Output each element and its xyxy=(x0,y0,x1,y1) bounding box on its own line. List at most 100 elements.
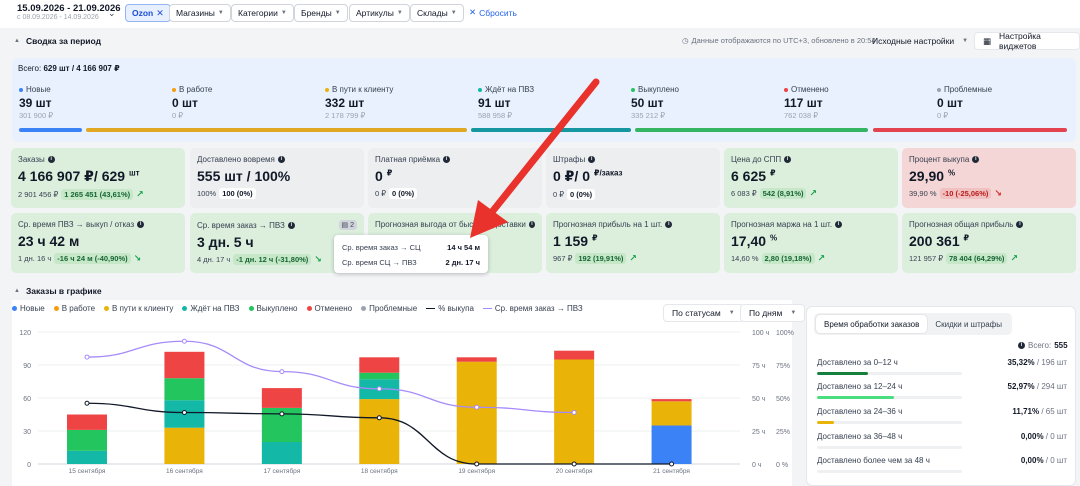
card-title: Штрафы i xyxy=(553,155,713,164)
card-value: 3 дн. 5 ч xyxy=(197,234,357,250)
status-item[interactable]: Выкуплено 50 шт 335 212 ₽ xyxy=(631,85,679,120)
legend-dot-swatch xyxy=(182,306,188,311)
tab-processing-time[interactable]: Время обработки заказов xyxy=(816,315,928,333)
row-pct: 0,00% xyxy=(1020,456,1044,465)
card-value-text: 1 159 xyxy=(553,233,589,249)
legend-dot-swatch xyxy=(306,306,312,311)
y-tick-label: 0 xyxy=(27,462,31,469)
y-right-hours-tick: 50 ч xyxy=(752,396,766,403)
kpi-card[interactable]: Прогнозная маржа на 1 шт. i 17,40 % 14,60 %… xyxy=(724,213,898,273)
kpi-card[interactable]: Ср. время ПВЗ → выкуп / отказ i 23 ч 42 м … xyxy=(11,213,185,273)
info-icon[interactable]: i xyxy=(528,221,535,228)
comment-badge[interactable]: ▤ 2 xyxy=(338,220,357,230)
card-title: Цена до СПП i xyxy=(731,155,891,164)
filter-chip-categories[interactable]: Категории ▼ xyxy=(231,4,294,22)
info-icon[interactable]: i xyxy=(443,156,451,163)
chevron-down-icon: ▼ xyxy=(334,10,341,16)
total-value: 555 xyxy=(1054,341,1068,350)
reset-filters-button[interactable]: ✕ Сбросить xyxy=(469,7,517,18)
info-icon[interactable]: i xyxy=(1016,221,1024,228)
kpi-card[interactable]: Доставлено вовремя i 555 шт / 100% 100% 100… xyxy=(190,148,364,208)
kpi-card[interactable]: Прогнозная общая прибыль i 200 361 ₽121 95… xyxy=(902,213,1076,273)
legend-item[interactable]: Ждёт на ПВЗ xyxy=(182,304,240,313)
info-icon[interactable]: i xyxy=(972,156,980,163)
card-delta: 78 404 (64,29%) xyxy=(945,253,1008,264)
filter-chip-warehouses[interactable]: Склады ▼ xyxy=(410,4,464,22)
info-icon[interactable]: i xyxy=(665,221,673,228)
kpi-card[interactable]: Штрафы i 0 ₽/ 0 ₽/заказ 0 ₽0 (0%) xyxy=(546,148,720,208)
filter-chip-marketplace[interactable]: Ozon ✕ xyxy=(125,4,171,22)
info-icon[interactable]: i xyxy=(137,221,145,228)
card-value-text: 29,90 xyxy=(909,168,945,184)
grid-icon: ▦ xyxy=(983,35,992,46)
status-dot xyxy=(478,87,482,92)
kpi-card[interactable]: Платная приёмка i 0 ₽0 ₽0 (0%) xyxy=(368,148,542,208)
summary-section-toggle[interactable]: ▲ Сводка за период xyxy=(14,36,101,46)
row-count: / 0 шт xyxy=(1045,456,1067,465)
info-icon[interactable]: i xyxy=(47,156,55,163)
bar-segment xyxy=(554,350,595,360)
legend-line-swatch xyxy=(482,307,492,310)
filter-chip-stores[interactable]: Магазины ▼ xyxy=(169,4,231,22)
close-icon[interactable]: ✕ xyxy=(156,8,164,19)
line-point xyxy=(474,461,480,467)
date-range[interactable]: 15.09.2026 - 21.09.2026 xyxy=(17,3,121,14)
card-compare: 100% 100 (0%) xyxy=(197,188,357,199)
status-label: Отменено xyxy=(784,85,829,94)
info-icon[interactable]: i xyxy=(835,221,843,228)
legend-item[interactable]: % выкупа xyxy=(426,304,474,313)
legend-item[interactable]: Отменено xyxy=(306,304,352,313)
processing-row: Доставлено за 24–36 ч 11,71% / 65 шт xyxy=(817,407,1067,424)
info-icon[interactable]: i xyxy=(1018,342,1025,349)
legend-dot-swatch xyxy=(104,306,110,311)
legend-item[interactable]: Ср. время заказ → ПВЗ xyxy=(482,304,583,313)
y-tick-label: 30 xyxy=(23,429,31,436)
line-point xyxy=(474,404,480,410)
filter-chip-skus[interactable]: Артикулы ▼ xyxy=(349,4,410,22)
tab-discounts-fines[interactable]: Скидки и штрафы xyxy=(927,315,1010,333)
widgets-settings-button[interactable]: ▦ Настройка виджетов xyxy=(974,31,1080,51)
kpi-card[interactable]: Цена до СПП i 6 625 ₽6 083 ₽542 (8,91%) ↗ xyxy=(724,148,898,208)
info-text: Данные отображаются по UTC+3, обновлено … xyxy=(691,36,876,45)
status-item[interactable]: В пути к клиенту 332 шт 2 178 799 ₽ xyxy=(325,85,393,120)
trend-up-icon: ↘ xyxy=(314,254,322,264)
status-item[interactable]: Ждёт на ПВЗ 91 шт 588 958 ₽ xyxy=(478,85,534,120)
legend-item[interactable]: Выкуплено xyxy=(248,304,298,313)
legend-item[interactable]: В пути к клиенту xyxy=(104,304,173,313)
info-icon[interactable]: i xyxy=(287,221,295,229)
preset-dropdown[interactable]: Исходные настройки ▼ xyxy=(864,32,976,50)
card-compare: 14,60 % 2,80 (19,18%) ↗ xyxy=(731,253,891,264)
trend-up-icon: ↗ xyxy=(136,189,144,199)
bar-segment xyxy=(67,450,107,464)
info-icon[interactable]: i xyxy=(277,156,285,163)
legend-label: % выкупа xyxy=(438,304,474,313)
chart-legend: Новые В работе В пути к клиенту Ждёт на ПВЗ… xyxy=(12,304,583,313)
status-item[interactable]: В работе 0 шт 0 ₽ xyxy=(172,85,212,120)
clock-icon: ◷ xyxy=(682,36,689,45)
legend-item[interactable]: Проблемные xyxy=(361,304,417,313)
widgets-label: Настройка виджетов xyxy=(999,31,1041,51)
section-title: Сводка за период xyxy=(25,36,101,46)
info-icon[interactable]: i xyxy=(784,156,792,163)
status-item[interactable]: Новые 39 шт 301 900 ₽ xyxy=(19,85,53,120)
status-amount: 0 ₽ xyxy=(172,111,184,120)
y-right-hours-tick: 75 ч xyxy=(752,363,766,370)
status-name: Проблемные xyxy=(944,85,993,94)
kpi-card[interactable]: Процент выкупа i 29,90 % 39,90 % -10 (-25,06… xyxy=(902,148,1076,208)
chevron-up-icon: ▲ xyxy=(14,38,20,44)
kpi-card[interactable]: Прогнозная прибыль на 1 шт. i 1 159 ₽967 ₽… xyxy=(546,213,720,273)
row-share: 11,71% / 65 шт xyxy=(1012,407,1067,416)
status-bar-transit xyxy=(86,128,467,132)
chevron-down-icon[interactable]: ⌄ xyxy=(108,8,116,19)
legend-item[interactable]: Новые xyxy=(12,304,45,313)
status-item[interactable]: Отменено 117 шт 762 038 ₽ xyxy=(784,85,829,120)
kpi-card[interactable]: Заказы i 4 166 907 ₽/ 629 шт 2 901 456 ₽1 2… xyxy=(11,148,185,208)
orders-chart-toggle[interactable]: ▲ Заказы в графике xyxy=(14,286,102,296)
legend-item[interactable]: В работе xyxy=(53,304,95,313)
card-title: Прогнозная выгода от быстрой доставки i xyxy=(375,220,535,229)
bar-segment xyxy=(164,427,205,464)
status-item[interactable]: Проблемные 0 шт 0 ₽ xyxy=(937,85,992,120)
status-name: Выкуплено xyxy=(638,85,679,94)
info-icon[interactable]: i xyxy=(588,156,596,163)
filter-chip-brands[interactable]: Бренды ▼ xyxy=(294,4,348,22)
